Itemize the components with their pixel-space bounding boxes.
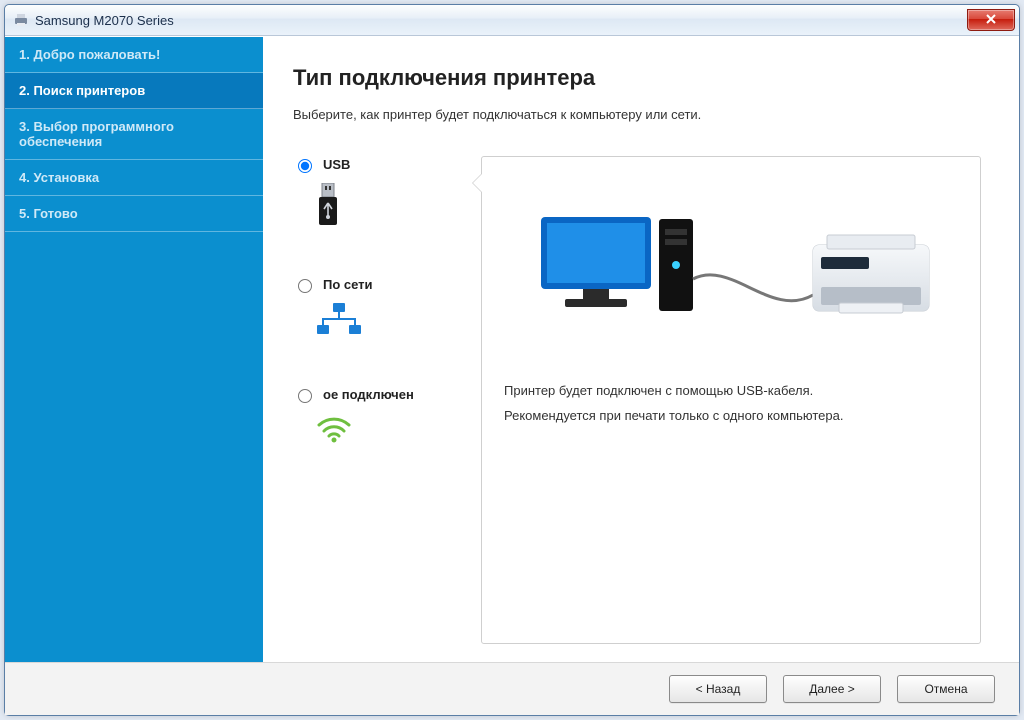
option-usb[interactable]: USB [293, 156, 453, 232]
screen: Samsung M2070 Series 1. Добро пожаловать… [0, 0, 1024, 720]
sidebar-step-install[interactable]: 4. Установка [5, 160, 263, 196]
option-network[interactable]: По сети [293, 276, 453, 342]
connection-options: USB [293, 156, 453, 644]
wifi-icon [315, 413, 453, 446]
preview-panel: Принтер будет подключен с помощью USB-ка… [481, 156, 981, 644]
main-panel: Тип подключения принтера Выберите, как п… [263, 37, 1019, 662]
content: USB [293, 156, 981, 644]
usb-icon [315, 183, 453, 232]
window-body: 1. Добро пожаловать! 2. Поиск принтеров … [5, 36, 1019, 662]
speech-notch [472, 173, 482, 193]
sidebar-step-software[interactable]: 3. Выбор программного обеспечения [5, 109, 263, 160]
sidebar: 1. Добро пожаловать! 2. Поиск принтеров … [5, 37, 263, 662]
back-button[interactable]: < Назад [669, 675, 767, 703]
close-button[interactable] [967, 9, 1015, 31]
preview-line-2: Рекомендуется при печати только с одного… [504, 404, 958, 429]
option-wireless[interactable]: ое подключен [293, 386, 453, 446]
close-icon [985, 14, 997, 27]
page-subtitle: Выберите, как принтер будет подключаться… [293, 107, 981, 122]
sidebar-step-done[interactable]: 5. Готово [5, 196, 263, 232]
radio-usb[interactable] [298, 159, 312, 173]
window-title: Samsung M2070 Series [35, 13, 967, 28]
app-icon [13, 12, 29, 28]
titlebar[interactable]: Samsung M2070 Series [5, 5, 1019, 36]
footer: < Назад Далее > Отмена [5, 662, 1019, 715]
page-title: Тип подключения принтера [293, 65, 981, 91]
option-network-label: По сети [323, 277, 373, 292]
sidebar-step-welcome[interactable]: 1. Добро пожаловать! [5, 37, 263, 73]
network-icon [315, 303, 453, 342]
option-usb-label: USB [323, 157, 350, 172]
sidebar-step-search[interactable]: 2. Поиск принтеров [5, 73, 263, 109]
preview-description: Принтер будет подключен с помощью USB-ка… [504, 379, 958, 428]
radio-network[interactable] [298, 279, 312, 293]
radio-wireless[interactable] [298, 389, 312, 403]
preview-line-1: Принтер будет подключен с помощью USB-ка… [504, 379, 958, 404]
installer-window: Samsung M2070 Series 1. Добро пожаловать… [4, 4, 1020, 716]
cancel-button[interactable]: Отмена [897, 675, 995, 703]
option-wireless-label: ое подключен [323, 387, 414, 402]
connection-diagram [504, 199, 958, 339]
next-button[interactable]: Далее > [783, 675, 881, 703]
